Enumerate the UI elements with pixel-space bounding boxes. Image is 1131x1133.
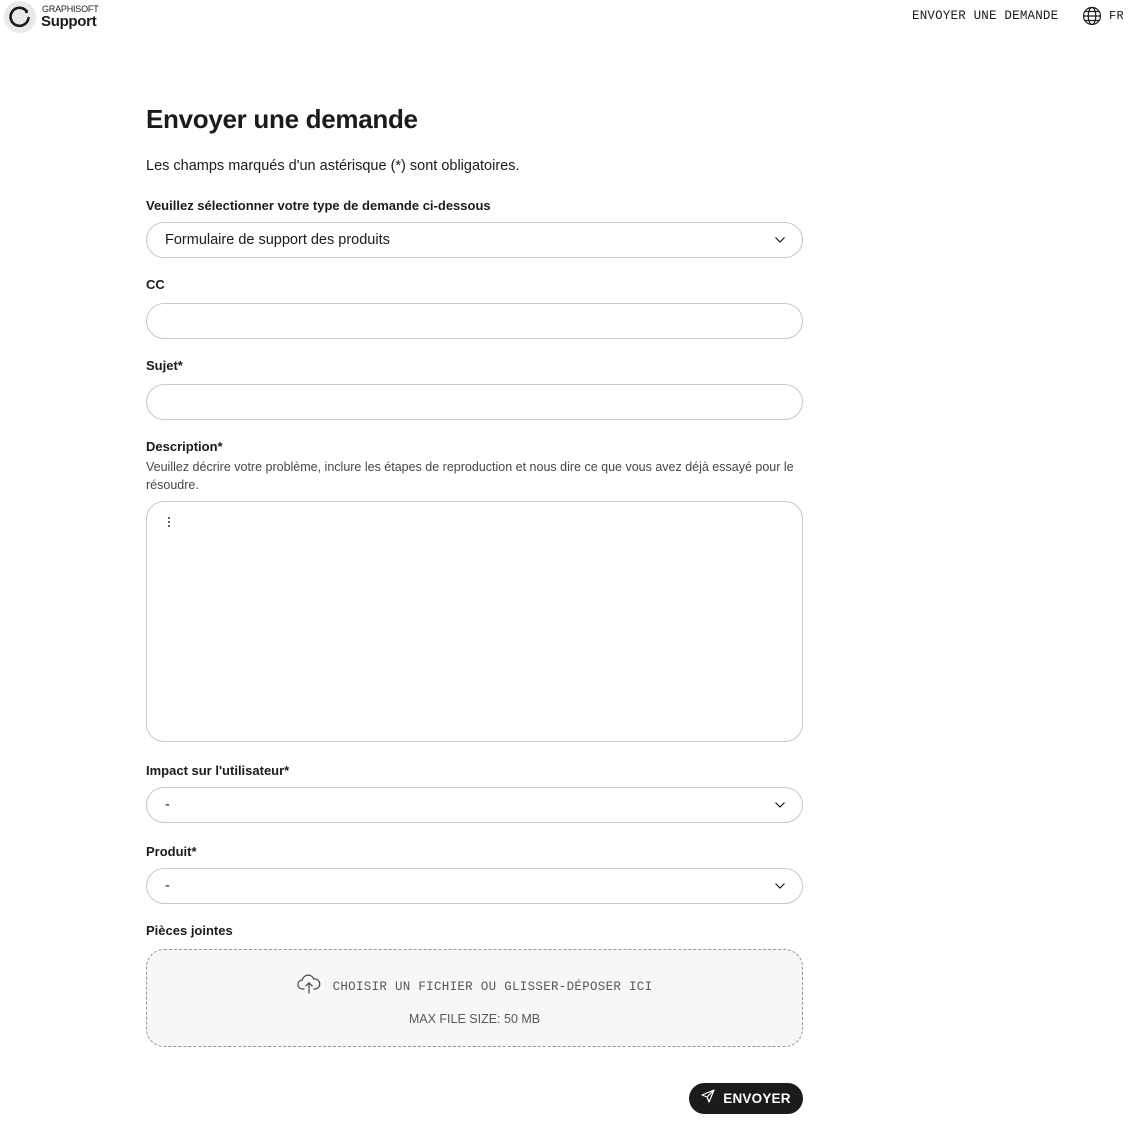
page-title: Envoyer une demande bbox=[146, 104, 418, 134]
description-label: Description* bbox=[146, 439, 223, 454]
site-header: GRAPHISOFT Support ENVOYER UNE DEMANDE F… bbox=[0, 0, 1131, 34]
impact-select[interactable]: - bbox=[146, 787, 803, 823]
attachments-dropzone[interactable]: CHOISIR UN FICHIER OU GLISSER-DÉPOSER IC… bbox=[146, 949, 803, 1047]
product-label: Produit* bbox=[146, 844, 197, 859]
globe-icon bbox=[1082, 6, 1102, 26]
language-selector[interactable]: FR bbox=[1082, 6, 1124, 26]
chevron-down-icon bbox=[775, 802, 785, 808]
impact-label: Impact sur l'utilisateur* bbox=[146, 763, 290, 778]
more-vertical-icon[interactable] bbox=[167, 516, 171, 530]
chevron-down-icon bbox=[775, 237, 785, 243]
cloud-upload-icon bbox=[296, 974, 321, 999]
subject-label: Sujet* bbox=[146, 358, 183, 373]
required-fields-note: Les champs marqués d'un astérisque (*) s… bbox=[146, 158, 520, 174]
language-label: FR bbox=[1109, 9, 1125, 23]
chevron-down-icon bbox=[775, 883, 785, 889]
attachments-label: Pièces jointes bbox=[146, 923, 233, 938]
dropzone-text: CHOISIR UN FICHIER OU GLISSER-DÉPOSER IC… bbox=[332, 979, 653, 994]
graphisoft-logo-icon bbox=[4, 1, 36, 33]
product-value: - bbox=[165, 878, 170, 894]
submit-button[interactable]: ENVOYER bbox=[689, 1083, 803, 1114]
subject-input[interactable] bbox=[146, 384, 803, 420]
request-type-select[interactable]: Formulaire de support des produits bbox=[146, 222, 803, 258]
product-select[interactable]: - bbox=[146, 868, 803, 904]
description-hint: Veuillez décrire votre problème, inclure… bbox=[146, 460, 794, 492]
logo-product-text: Support bbox=[41, 13, 97, 30]
dropzone-prompt: CHOISIR UN FICHIER OU GLISSER-DÉPOSER IC… bbox=[147, 974, 802, 999]
description-editor[interactable] bbox=[146, 501, 803, 742]
submit-button-label: ENVOYER bbox=[723, 1091, 791, 1106]
max-file-size-note: MAX FILE SIZE: 50 MB bbox=[408, 1012, 541, 1026]
submit-request-link[interactable]: ENVOYER UNE DEMANDE bbox=[912, 9, 1058, 23]
graphisoft-support-logo[interactable]: GRAPHISOFT Support bbox=[4, 1, 104, 33]
cc-input[interactable] bbox=[146, 303, 803, 339]
cc-label: CC bbox=[146, 277, 165, 292]
request-type-label: Veuillez sélectionner votre type de dema… bbox=[146, 198, 491, 213]
request-type-value: Formulaire de support des produits bbox=[165, 232, 390, 248]
impact-value: - bbox=[165, 797, 170, 813]
send-icon bbox=[701, 1089, 715, 1108]
